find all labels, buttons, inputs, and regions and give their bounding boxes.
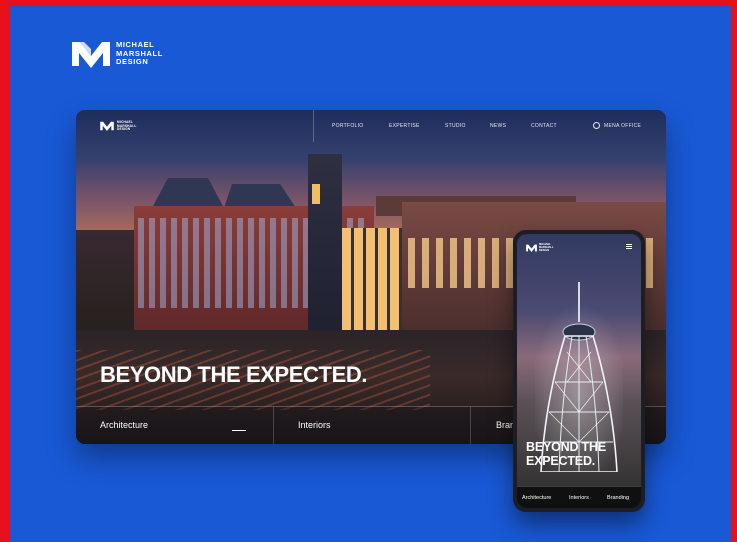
nav-divider: [313, 110, 314, 142]
desktop-logo[interactable]: MICHAEL MARSHALL DESIGN: [100, 120, 136, 132]
nav-item-portfolio[interactable]: PORTFOLIO: [332, 123, 389, 129]
nav-item-news[interactable]: NEWS: [490, 123, 531, 129]
hamburger-menu-icon[interactable]: [626, 244, 632, 249]
category-architecture[interactable]: Architecture: [100, 420, 148, 430]
mobile-category-interiors[interactable]: Interiors: [569, 495, 589, 501]
desktop-logo-line-3: DESIGN: [117, 127, 131, 132]
nav-item-contact[interactable]: CONTACT: [531, 123, 591, 129]
brand-wordmark: MICHAEL MARSHALL DESIGN: [116, 41, 163, 67]
mobile-screen: MICHAEL MARSHALL DESIGN BEYOND THE EXPEC…: [517, 234, 641, 508]
nav-item-studio[interactable]: STUDIO: [445, 123, 490, 129]
mobile-logo-wordmark: MICHAEL MARSHALL DESIGN: [539, 243, 554, 252]
mobile-mockup: MICHAEL MARSHALL DESIGN BEYOND THE EXPEC…: [513, 230, 645, 512]
category-interiors[interactable]: Interiors: [298, 420, 331, 430]
mobile-category-branding[interactable]: Branding: [607, 495, 629, 501]
hero-building-tower: [308, 154, 342, 346]
brand-line-3: DESIGN: [116, 57, 149, 67]
category-divider: [273, 407, 274, 444]
mobile-category-architecture[interactable]: Architecture: [522, 495, 551, 501]
mobile-headline: BEYOND THE EXPECTED.: [526, 440, 606, 468]
desktop-nav-menu: PORTFOLIO EXPERTISE STUDIO NEWS CONTACT: [332, 123, 591, 129]
desktop-navbar: MICHAEL MARSHALL DESIGN PORTFOLIO EXPERT…: [76, 110, 666, 142]
mobile-headline-line-1: BEYOND THE: [526, 440, 606, 454]
brand-logo: MICHAEL MARSHALL DESIGN: [72, 40, 163, 68]
category-active-indicator: [232, 430, 246, 431]
hero-tower-window: [312, 184, 320, 204]
mm-monogram-icon: [526, 244, 537, 252]
mm-monogram-icon: [72, 42, 110, 68]
nav-item-expertise[interactable]: EXPERTISE: [389, 123, 445, 129]
presentation-canvas: MICHAEL MARSHALL DESIGN MICHAEL MARSHALL: [10, 6, 731, 542]
mobile-category-bar: Architecture Interiors Branding: [517, 486, 641, 508]
mobile-headline-line-2: EXPECTED.: [526, 454, 596, 468]
mm-monogram-icon: [100, 122, 114, 132]
office-selector[interactable]: MENA OFFICE: [593, 122, 641, 129]
mobile-logo[interactable]: MICHAEL MARSHALL DESIGN: [526, 243, 554, 252]
globe-ring-icon: [593, 122, 600, 129]
category-divider: [470, 407, 471, 444]
desktop-logo-wordmark: MICHAEL MARSHALL DESIGN: [117, 120, 136, 132]
hero-headline: BEYOND THE EXPECTED.: [100, 362, 368, 387]
hero-building-atrium: [342, 228, 402, 346]
office-label: MENA OFFICE: [604, 122, 642, 129]
mobile-logo-line-3: DESIGN: [539, 249, 549, 252]
